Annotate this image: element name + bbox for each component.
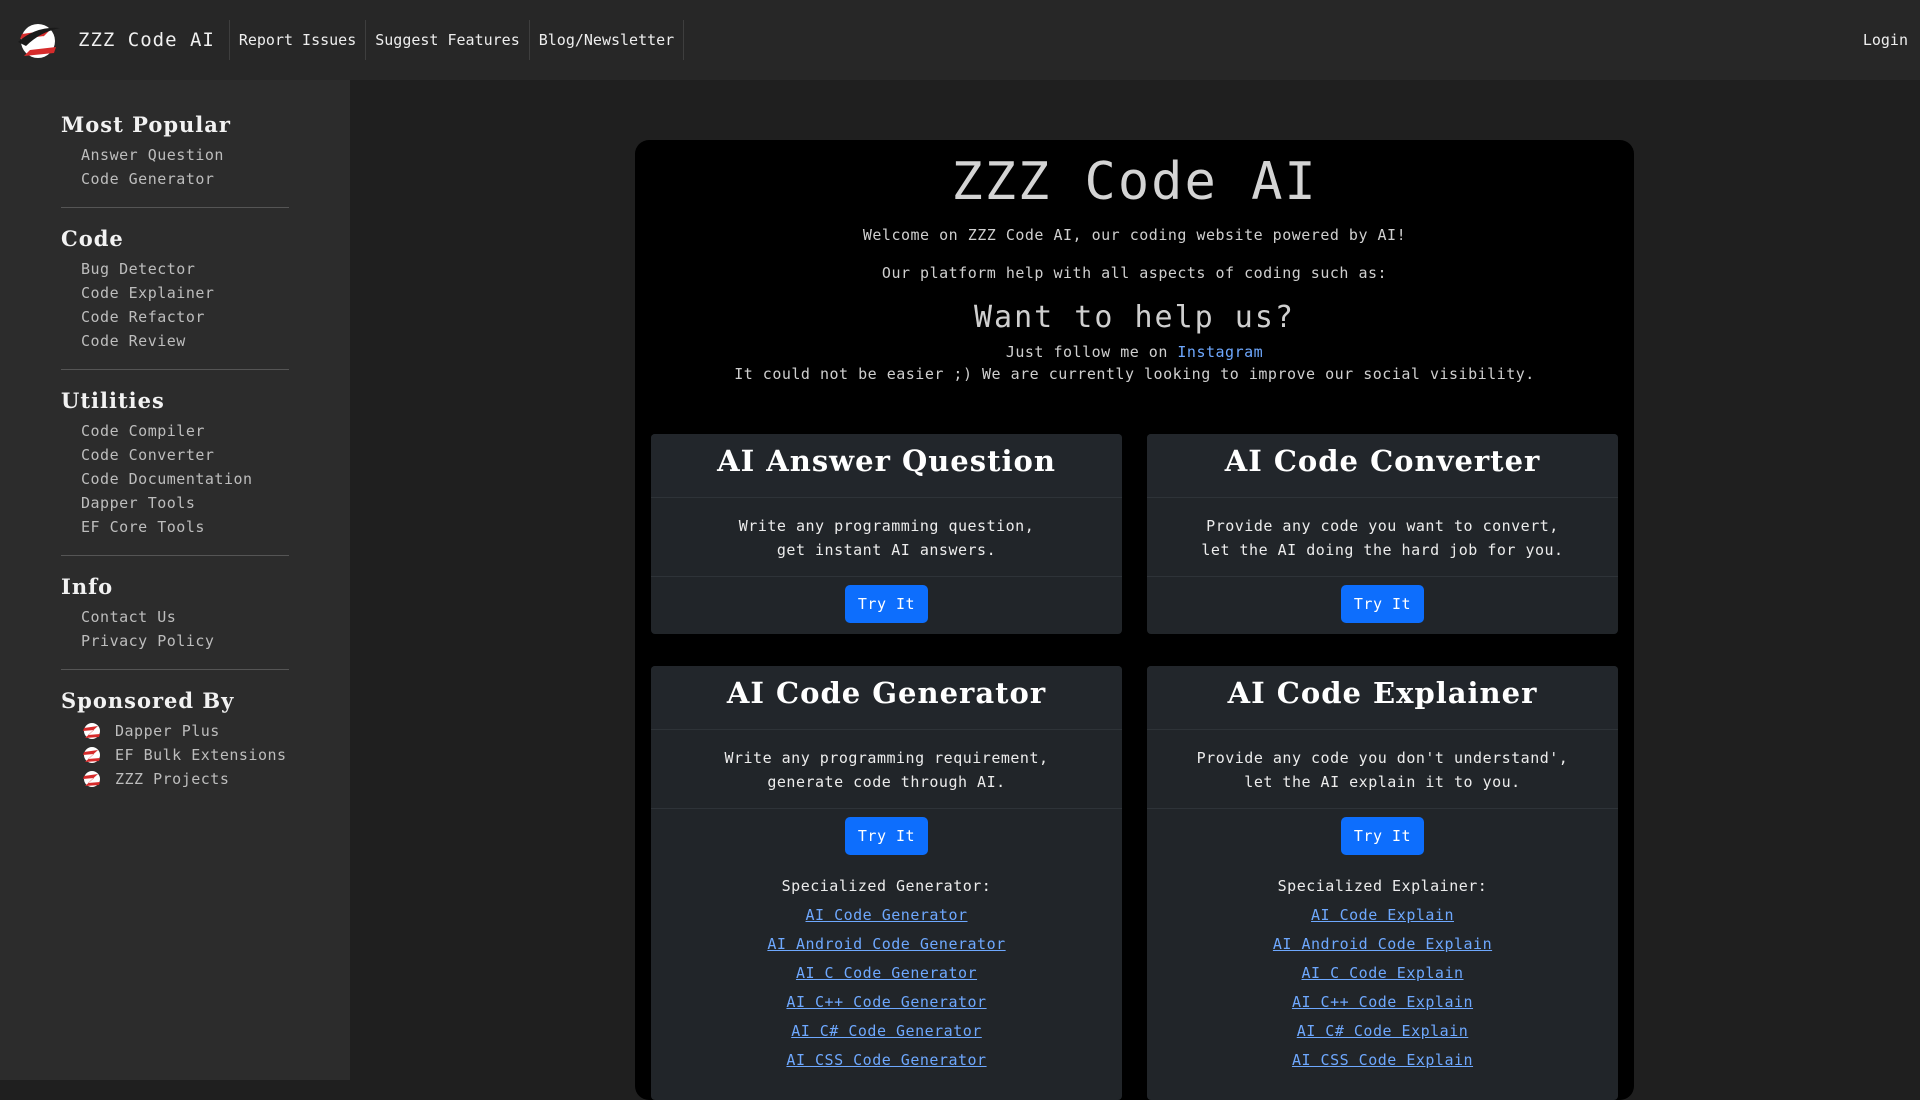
zzz-logo-icon xyxy=(83,747,100,763)
card-answer-question: AI Answer Question Write any programming… xyxy=(651,434,1122,634)
spec-link-ai-code-generator[interactable]: AI Code Generator xyxy=(651,901,1122,930)
spec-link-android-code-generator[interactable]: AI Android Code Generator xyxy=(651,930,1122,959)
sidebar-section-title: Most Popular xyxy=(61,112,231,137)
sidebar-item-code-review[interactable]: Code Review xyxy=(61,329,289,353)
sidebar-section-title: Info xyxy=(61,574,114,599)
try-it-button[interactable]: Try It xyxy=(844,585,929,623)
main-card: ZZZ Code AI Welcome on ZZZ Code AI, our … xyxy=(635,140,1634,1100)
sidebar-section-info: Info Contact Us Privacy Policy xyxy=(61,574,289,670)
card-description-line: let the AI explain it to you. xyxy=(1244,773,1521,791)
sidebar-item-code-generator[interactable]: Code Generator xyxy=(61,167,289,191)
follow-text: Just follow me on Instagram xyxy=(635,343,1634,361)
sidebar-item-code-refactor[interactable]: Code Refactor xyxy=(61,305,289,329)
sidebar-item-code-converter[interactable]: Code Converter xyxy=(61,443,289,467)
nav-report-issues[interactable]: Report Issues xyxy=(228,20,367,60)
card-description-line: let the AI doing the hard job for you. xyxy=(1201,541,1564,559)
brand-name[interactable]: ZZZ Code AI xyxy=(78,29,215,51)
spec-link-cpp-code-explain[interactable]: AI C++ Code Explain xyxy=(1147,988,1618,1017)
specialized-title: Specialized Explainer: xyxy=(1277,877,1488,895)
try-it-button[interactable]: Try It xyxy=(1340,585,1425,623)
sponsor-zzz-projects[interactable]: ZZZ Projects xyxy=(61,767,289,791)
sponsor-label: ZZZ Projects xyxy=(115,770,230,788)
spec-link-ai-code-explain[interactable]: AI Code Explain xyxy=(1147,901,1618,930)
nav-blog-newsletter[interactable]: Blog/Newsletter xyxy=(530,20,685,60)
sidebar-section-title: Utilities xyxy=(61,388,165,413)
page-title: ZZZ Code AI xyxy=(951,152,1318,212)
spec-link-c-code-generator[interactable]: AI C Code Generator xyxy=(651,959,1122,988)
spec-link-csharp-code-explain[interactable]: AI C# Code Explain xyxy=(1147,1017,1618,1046)
card-code-converter: AI Code Converter Provide any code you w… xyxy=(1147,434,1618,634)
sidebar-item-contact-us[interactable]: Contact Us xyxy=(61,605,289,629)
card-description: Write any programming question, get inst… xyxy=(651,498,1122,577)
card-description-line: Provide any code you want to convert, xyxy=(1206,517,1559,535)
specialized-list: Specialized Explainer: AI Code Explain A… xyxy=(1147,863,1618,1075)
sidebar-item-ef-core-tools[interactable]: EF Core Tools xyxy=(61,515,289,539)
help-title: Want to help us? xyxy=(974,300,1295,335)
sidebar-section-title: Sponsored By xyxy=(61,688,235,713)
nav-suggest-features[interactable]: Suggest Features xyxy=(366,20,530,60)
spec-link-css-code-explain[interactable]: AI CSS Code Explain xyxy=(1147,1046,1618,1075)
brand[interactable]: ZZZ Code AI xyxy=(16,20,229,60)
login-link[interactable]: Login xyxy=(1863,0,1908,80)
card-description-line: Write any programming requirement, xyxy=(724,749,1049,767)
spec-link-c-code-explain[interactable]: AI C Code Explain xyxy=(1147,959,1618,988)
card-title: AI Answer Question xyxy=(651,434,1122,498)
card-description: Provide any code you don't understand', … xyxy=(1147,730,1618,809)
sidebar-section-most-popular: Most Popular Answer Question Code Genera… xyxy=(61,112,289,208)
sponsor-ef-bulk-extensions[interactable]: EF Bulk Extensions xyxy=(61,743,289,767)
welcome-text: Welcome on ZZZ Code AI, our coding websi… xyxy=(862,226,1407,244)
sidebar-section-code: Code Bug Detector Code Explainer Code Re… xyxy=(61,226,289,370)
card-description-line: get instant AI answers. xyxy=(776,541,997,559)
spec-link-css-code-generator[interactable]: AI CSS Code Generator xyxy=(651,1046,1122,1075)
sidebar-section-title: Code xyxy=(61,226,124,251)
card-title: AI Code Converter xyxy=(1147,434,1618,498)
card-title: AI Code Generator xyxy=(651,666,1122,730)
card-code-explainer: AI Code Explainer Provide any code you d… xyxy=(1147,666,1618,1100)
try-it-button[interactable]: Try It xyxy=(844,817,929,855)
instagram-link[interactable]: Instagram xyxy=(1177,343,1263,361)
sidebar-item-dapper-tools[interactable]: Dapper Tools xyxy=(61,491,289,515)
sponsor-label: Dapper Plus xyxy=(115,722,220,740)
sidebar-section-utilities: Utilities Code Compiler Code Converter C… xyxy=(61,388,289,556)
sidebar: Most Popular Answer Question Code Genera… xyxy=(0,80,350,1080)
zzz-logo-icon xyxy=(18,24,60,58)
follow-prefix: Just follow me on xyxy=(1005,343,1178,361)
platform-text: Our platform help with all aspects of co… xyxy=(881,264,1388,282)
sidebar-item-code-documentation[interactable]: Code Documentation xyxy=(61,467,289,491)
visibility-text: It could not be easier ;) We are current… xyxy=(734,365,1535,383)
card-code-generator: AI Code Generator Write any programming … xyxy=(651,666,1122,1100)
sponsor-dapper-plus[interactable]: Dapper Plus xyxy=(61,719,289,743)
specialized-list: Specialized Generator: AI Code Generator… xyxy=(651,863,1122,1075)
sidebar-item-code-compiler[interactable]: Code Compiler xyxy=(61,419,289,443)
zzz-logo-icon xyxy=(83,723,100,739)
sidebar-item-code-explainer[interactable]: Code Explainer xyxy=(61,281,289,305)
card-description-line: generate code through AI. xyxy=(767,773,1006,791)
card-description: Provide any code you want to convert, le… xyxy=(1147,498,1618,577)
sidebar-item-answer-question[interactable]: Answer Question xyxy=(61,143,289,167)
card-description: Write any programming requirement, gener… xyxy=(651,730,1122,809)
card-description-line: Write any programming question, xyxy=(738,517,1035,535)
sponsor-label: EF Bulk Extensions xyxy=(115,746,287,764)
card-description-line: Provide any code you don't understand', xyxy=(1196,749,1569,767)
sidebar-section-sponsored: Sponsored By Dapper Plus EF Bulk Extensi… xyxy=(61,688,289,807)
spec-link-cpp-code-generator[interactable]: AI C++ Code Generator xyxy=(651,988,1122,1017)
spec-link-csharp-code-generator[interactable]: AI C# Code Generator xyxy=(651,1017,1122,1046)
zzz-logo-icon xyxy=(83,771,100,787)
top-navbar: ZZZ Code AI Report Issues Suggest Featur… xyxy=(0,0,1920,80)
sidebar-item-bug-detector[interactable]: Bug Detector xyxy=(61,257,289,281)
try-it-button[interactable]: Try It xyxy=(1340,817,1425,855)
specialized-title: Specialized Generator: xyxy=(781,877,992,895)
spec-link-android-code-explain[interactable]: AI Android Code Explain xyxy=(1147,930,1618,959)
card-title: AI Code Explainer xyxy=(1147,666,1618,730)
sidebar-item-privacy-policy[interactable]: Privacy Policy xyxy=(61,629,289,653)
